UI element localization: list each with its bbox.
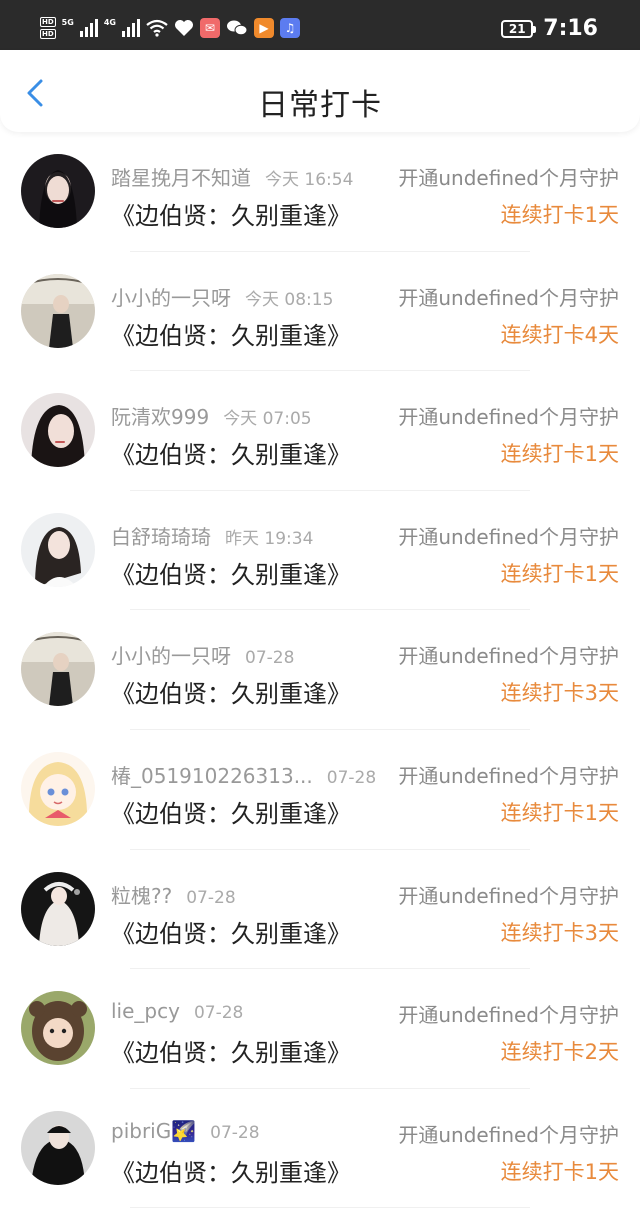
guard-text: 开通undefined个月守护 — [398, 524, 619, 549]
list-item[interactable]: 小小的一只呀 今天 08:15 《边伯贤：久别重逢》 开通undefined个月守… — [0, 252, 640, 372]
avatar[interactable] — [21, 1110, 95, 1185]
checkin-list: 踏星挽月不知道 今天 16:54 《边伯贤：久别重逢》 开通undefined个月… — [0, 132, 640, 1208]
status-icons-left: HD HD 5G 4G ✉ ▶ ♫ — [40, 14, 300, 42]
user-name: 小小的一只呀 今天 08:15 — [111, 282, 333, 311]
hd-label-bottom: HD — [40, 29, 56, 39]
avatar[interactable] — [21, 991, 95, 1066]
book-title: 《边伯贤：久别重逢》 — [111, 441, 351, 470]
battery-icon: 21 — [501, 19, 537, 38]
list-item[interactable]: 椿_051910226313... 07-28 《边伯贤：久别重逢》 开通unde… — [0, 730, 640, 850]
user-name-text: 粒槐?? — [111, 883, 173, 908]
streak-text: 连续打卡3天 — [500, 681, 619, 706]
list-item[interactable]: lie_pcy 07-28 《边伯贤：久别重逢》 开通undefined个月守护 … — [0, 969, 640, 1089]
checkin-time: 07-28 — [326, 767, 377, 788]
user-name: 白舒琦琦琦 昨天 19:34 — [111, 521, 313, 550]
status-icons-right: 21 7:16 — [501, 16, 598, 41]
book-title: 《边伯贤：久别重逢》 — [111, 202, 351, 230]
checkin-time: 今天 08:15 — [245, 289, 334, 310]
list-item[interactable]: 粒槐?? 07-28 《边伯贤：久别重逢》 开通undefined个月守护 连续打… — [0, 850, 640, 970]
heart-rate-icon — [174, 20, 193, 36]
page-title: 日常打卡 — [258, 88, 382, 123]
avatar[interactable] — [21, 393, 95, 468]
mail-app-icon: ✉ — [199, 18, 220, 38]
book-title: 《边伯贤：久别重逢》 — [111, 1158, 351, 1187]
checkin-time: 07-28 — [186, 887, 236, 908]
user-name-text: 阮清欢999 — [111, 405, 210, 430]
guard-text: 开通undefined个月守护 — [398, 883, 619, 908]
checkin-time: 07-28 — [245, 648, 295, 669]
wechat-icon — [226, 20, 248, 36]
hd-label-top: HD — [40, 17, 56, 27]
avatar[interactable] — [21, 273, 95, 348]
status-bar: HD HD 5G 4G ✉ ▶ ♫ 21 7:16 — [0, 0, 640, 50]
avatar[interactable] — [21, 154, 95, 228]
checkin-time: 今天 07:05 — [223, 409, 312, 430]
play-app-icon: ▶ — [253, 18, 274, 38]
music-app-icon: ♫ — [279, 18, 300, 38]
avatar[interactable] — [21, 871, 95, 946]
book-title: 《边伯贤：久别重逢》 — [111, 560, 351, 589]
user-name: lie_pcy 07-28 — [111, 999, 243, 1023]
streak-text: 连续打卡4天 — [500, 322, 619, 347]
user-name-text: lie_pcy — [111, 999, 180, 1024]
guard-text: 开通undefined个月守护 — [398, 1122, 619, 1147]
battery-level: 21 — [508, 21, 526, 36]
user-name-text: 椿_051910226313... — [111, 763, 313, 788]
list-item[interactable]: 踏星挽月不知道 今天 16:54 《边伯贤：久别重逢》 开通undefined个月… — [0, 132, 640, 252]
list-item[interactable]: 阮清欢999 今天 07:05 《边伯贤：久别重逢》 开通undefined个月守… — [0, 371, 640, 491]
streak-text: 连续打卡1天 — [500, 800, 619, 825]
user-name: 粒槐?? 07-28 — [111, 880, 236, 909]
avatar[interactable] — [21, 632, 95, 707]
guard-text: 开通undefined个月守护 — [398, 285, 619, 310]
status-time: 7:16 — [543, 16, 598, 41]
user-name-text: 小小的一只呀 — [111, 285, 231, 310]
user-name: 小小的一只呀 07-28 — [111, 640, 294, 669]
signal-icon-2 — [121, 19, 140, 37]
streak-text: 连续打卡3天 — [500, 920, 619, 945]
checkin-time: 07-28 — [193, 1003, 244, 1024]
streak-text: 连续打卡1天 — [500, 442, 619, 467]
guard-text: 开通undefined个月守护 — [398, 166, 619, 190]
guard-text: 开通undefined个月守护 — [398, 405, 619, 430]
user-name-text: 踏星挽月不知道 — [111, 166, 251, 190]
wifi-icon — [146, 19, 168, 37]
streak-text: 连续打卡1天 — [500, 561, 619, 586]
guard-text: 开通undefined个月守护 — [398, 644, 619, 669]
nav-bar: 日常打卡 — [0, 50, 640, 132]
streak-text: 连续打卡1天 — [500, 1159, 619, 1184]
guard-text: 开通undefined个月守护 — [398, 763, 619, 788]
book-title: 《边伯贤：久别重逢》 — [111, 919, 351, 948]
network-4g-label: 4G — [103, 17, 116, 27]
user-name-text: 白舒琦琦琦 — [111, 524, 211, 549]
streak-text: 连续打卡1天 — [500, 203, 619, 227]
hd-icon: HD HD — [40, 17, 56, 39]
avatar[interactable] — [21, 751, 95, 826]
checkin-time: 昨天 19:34 — [225, 528, 314, 549]
list-item[interactable]: 白舒琦琦琦 昨天 19:34 《边伯贤：久别重逢》 开通undefined个月守护… — [0, 491, 640, 611]
book-title: 《边伯贤：久别重逢》 — [111, 1039, 351, 1068]
list-item[interactable]: 小小的一只呀 07-28 《边伯贤：久别重逢》 开通undefined个月守护 连… — [0, 610, 640, 730]
user-name-text: pibriG🌠 — [111, 1118, 197, 1143]
checkin-time: 今天 16:54 — [265, 170, 354, 190]
signal-icon — [79, 19, 98, 37]
user-name-text: 小小的一只呀 — [111, 644, 231, 669]
streak-text: 连续打卡2天 — [500, 1040, 619, 1065]
book-title: 《边伯贤：久别重逢》 — [111, 799, 351, 828]
user-name: 踏星挽月不知道 今天 16:54 — [111, 162, 353, 191]
book-title: 《边伯贤：久别重逢》 — [111, 321, 351, 350]
checkin-time: 07-28 — [210, 1122, 260, 1143]
network-5g-label: 5G — [61, 17, 74, 27]
user-name: 椿_051910226313... 07-28 — [111, 760, 376, 789]
avatar[interactable] — [21, 512, 95, 587]
list-item[interactable]: pibriG🌠 07-28 《边伯贤：久别重逢》 开通undefined个月守护 … — [0, 1089, 640, 1209]
guard-text: 开通undefined个月守护 — [398, 1003, 619, 1028]
user-name: pibriG🌠 07-28 — [111, 1119, 260, 1143]
user-name: 阮清欢999 今天 07:05 — [111, 401, 312, 430]
book-title: 《边伯贤：久别重逢》 — [111, 680, 351, 709]
